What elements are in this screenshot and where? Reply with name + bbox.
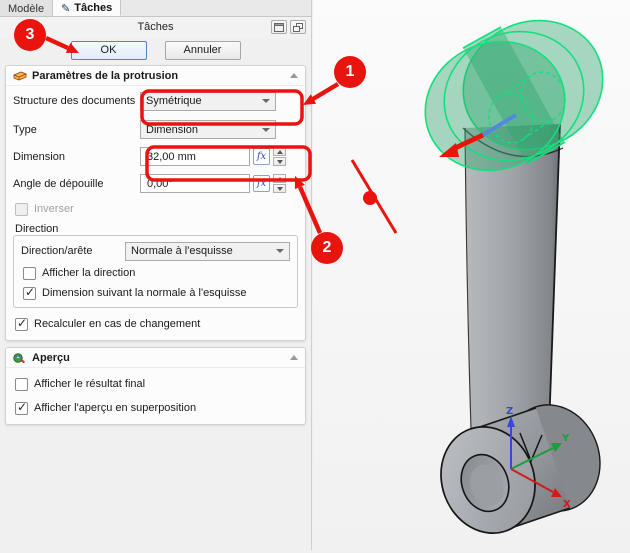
- invert-row: Inverser: [6, 199, 305, 219]
- axis-label-y: Y: [561, 433, 570, 444]
- protrusion-card-header[interactable]: Paramètres de la protrusion: [6, 66, 305, 86]
- panel-header: Tâches: [0, 17, 311, 38]
- extent-label: Structure des documents: [13, 95, 140, 107]
- type-select[interactable]: Dimension: [140, 120, 276, 139]
- direction-edge-value: Normale à l'esquisse: [131, 245, 272, 257]
- direction-caption: Direction: [6, 219, 305, 235]
- chevron-down-icon: [262, 99, 270, 103]
- recalculate-checkbox[interactable]: [15, 318, 28, 331]
- axis-label-z: Z: [506, 406, 513, 417]
- dimension-formula-button[interactable]: fx: [253, 148, 270, 165]
- show-overlay-row: Afficher l'aperçu en superposition: [6, 396, 305, 420]
- direction-edge-row: Direction/arête Normale à l'esquisse: [18, 239, 293, 263]
- preview-card: Aperçu Afficher le résultat final Affich…: [5, 347, 306, 425]
- chevron-down-icon: [262, 128, 270, 132]
- dimension-label: Dimension: [13, 151, 140, 163]
- model-canvas: Z Y X: [313, 0, 630, 550]
- axis-label-x: X: [563, 499, 571, 510]
- tab-taches[interactable]: ✎ Tâches: [53, 0, 121, 16]
- show-final-label: Afficher le résultat final: [34, 378, 145, 390]
- dimension-normal-label: Dimension suivant la normale à l'esquiss…: [42, 287, 246, 299]
- tab-modele[interactable]: Modèle: [0, 0, 53, 16]
- dimension-row: Dimension 32,00 mm fx: [6, 143, 305, 170]
- pen-icon: ✎: [61, 3, 70, 14]
- invert-checkbox[interactable]: [15, 203, 28, 216]
- preview-icon: [13, 352, 27, 364]
- dimension-spinner: [273, 147, 286, 166]
- spinner-down-icon: [277, 187, 283, 191]
- dimension-input[interactable]: 32,00 mm: [140, 147, 250, 166]
- extent-value: Symétrique: [146, 95, 258, 107]
- direction-group: Direction/arête Normale à l'esquisse Aff…: [13, 235, 298, 308]
- draft-angle-label: Angle de dépouille: [13, 178, 140, 190]
- dock-icon: [274, 23, 284, 32]
- direction-edge-select[interactable]: Normale à l'esquisse: [125, 242, 290, 261]
- show-direction-label: Afficher la direction: [42, 267, 135, 279]
- show-direction-checkbox[interactable]: [23, 267, 36, 280]
- protrusion-icon: [13, 70, 27, 82]
- cancel-button[interactable]: Annuler: [165, 41, 241, 60]
- draft-angle-value: 0,00°: [147, 178, 173, 190]
- show-overlay-checkbox[interactable]: [15, 402, 28, 415]
- tab-modele-label: Modèle: [8, 3, 44, 15]
- spinner-down-icon: [277, 160, 283, 164]
- spinner-down-button[interactable]: [273, 184, 286, 193]
- extent-row: Structure des documents Symétrique: [6, 86, 305, 116]
- spinner-up-icon: [277, 177, 283, 181]
- protrusion-card-title: Paramètres de la protrusion: [32, 70, 178, 82]
- task-panel: Modèle ✎ Tâches Tâches OK Annuler: [0, 0, 312, 550]
- show-overlay-label: Afficher l'aperçu en superposition: [34, 402, 196, 414]
- show-final-row: Afficher le résultat final: [6, 372, 305, 396]
- dimension-value: 32,00 mm: [147, 151, 196, 163]
- collapse-icon[interactable]: [290, 73, 298, 78]
- collapse-icon[interactable]: [290, 355, 298, 360]
- type-label: Type: [13, 124, 140, 136]
- recalculate-row: Recalculer en cas de changement: [6, 312, 305, 336]
- recalculate-label: Recalculer en cas de changement: [34, 318, 200, 330]
- float-icon: [293, 23, 303, 32]
- spinner-up-icon: [277, 150, 283, 154]
- draft-formula-button[interactable]: fx: [253, 175, 270, 192]
- type-row: Type Dimension: [6, 116, 305, 143]
- tab-taches-label: Tâches: [74, 2, 112, 14]
- chevron-down-icon: [276, 249, 284, 253]
- direction-edge-label: Direction/arête: [21, 245, 125, 257]
- type-value: Dimension: [146, 124, 258, 136]
- preview-card-header[interactable]: Aperçu: [6, 348, 305, 368]
- protrusion-parameters-card: Paramètres de la protrusion Structure de…: [5, 65, 306, 341]
- hub: [426, 392, 614, 547]
- show-direction-row: Afficher la direction: [18, 263, 293, 283]
- green-extrude-preview: [405, 0, 624, 192]
- invert-label: Inverser: [34, 203, 74, 215]
- spinner-up-button[interactable]: [273, 147, 286, 156]
- dock-window-button[interactable]: [271, 20, 287, 34]
- panel-tabbar: Modèle ✎ Tâches: [0, 0, 311, 17]
- ok-button[interactable]: OK: [71, 41, 147, 60]
- dialog-buttons: OK Annuler: [0, 38, 311, 62]
- show-final-checkbox[interactable]: [15, 378, 28, 391]
- preview-card-title: Aperçu: [32, 352, 70, 364]
- spinner-down-button[interactable]: [273, 157, 286, 166]
- float-window-button[interactable]: [290, 20, 306, 34]
- extent-select[interactable]: Symétrique: [140, 92, 276, 111]
- dimension-normal-row: Dimension suivant la normale à l'esquiss…: [18, 283, 293, 303]
- panel-title: Tâches: [0, 21, 311, 33]
- dimension-normal-checkbox[interactable]: [23, 287, 36, 300]
- draft-angle-input[interactable]: 0,00°: [140, 174, 250, 193]
- draft-spinner: [273, 174, 286, 193]
- spinner-up-button[interactable]: [273, 174, 286, 183]
- viewport-3d[interactable]: Z Y X: [313, 0, 630, 550]
- draft-angle-row: Angle de dépouille 0,00° fx: [6, 170, 305, 197]
